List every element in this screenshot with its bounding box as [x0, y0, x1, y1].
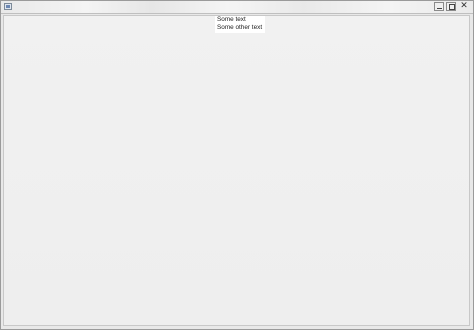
- text-panel: Some text Some other text: [215, 16, 265, 33]
- app-icon[interactable]: [4, 3, 12, 10]
- maximize-icon: [449, 4, 455, 10]
- text-label-2: Some other text: [217, 24, 263, 31]
- minimize-icon: [437, 8, 442, 9]
- title-bar[interactable]: ✕: [1, 1, 473, 14]
- content-pane: Some text Some other text: [3, 15, 470, 326]
- window-controls: ✕: [434, 2, 470, 11]
- close-button[interactable]: ✕: [458, 2, 470, 11]
- application-window: ✕ Some text Some other text: [0, 0, 474, 330]
- text-label-1: Some text: [217, 16, 246, 23]
- minimize-button[interactable]: [434, 2, 444, 11]
- maximize-button[interactable]: [446, 2, 456, 11]
- close-icon: ✕: [460, 1, 468, 11]
